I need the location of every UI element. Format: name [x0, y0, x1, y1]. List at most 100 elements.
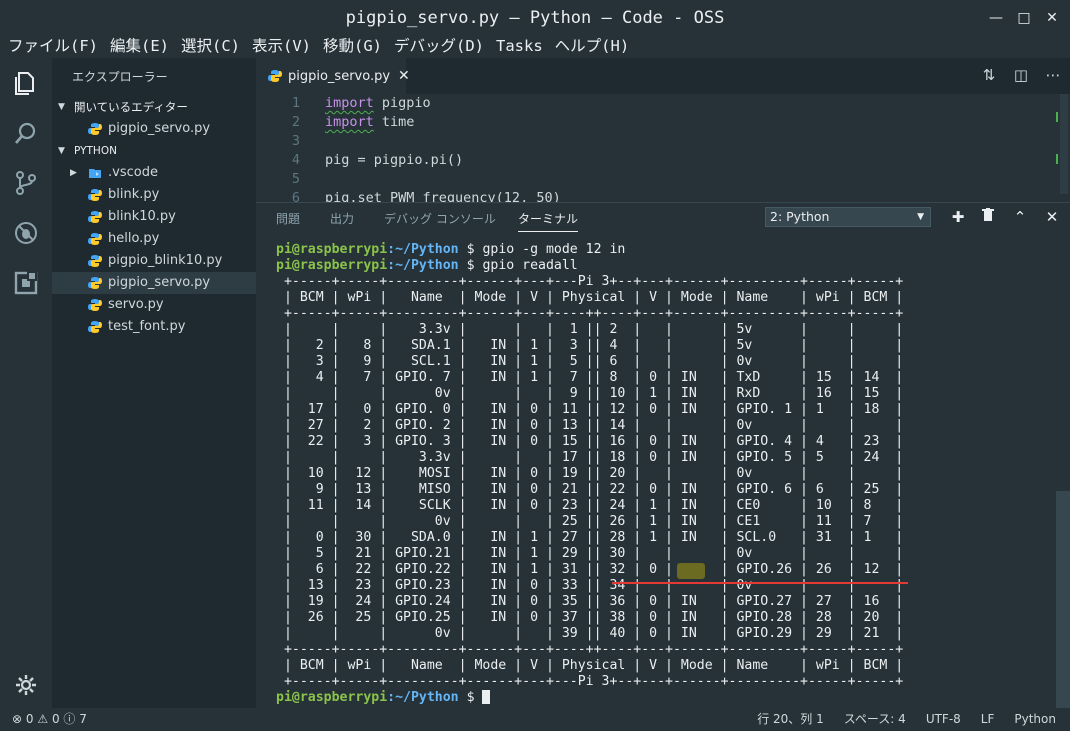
problems-status[interactable]: ⊗ 0 ⚠ 0 ⓘ 7	[12, 708, 87, 731]
maximize-button[interactable]: □	[1014, 8, 1034, 28]
gpio-table-line: | 5 | 21 | GPIO.21 | IN | 1 | 29 || 30 |…	[276, 546, 904, 561]
gpio-table-line: | 2 | 8 | SDA.1 | IN | 1 | 3 || 4 | | | …	[276, 338, 904, 353]
prompt-path: :~/Python	[387, 690, 459, 705]
dropdown-arrow-icon: ▼	[917, 212, 924, 222]
debug-icon[interactable]	[13, 220, 39, 246]
expanded-caret-icon: ▼	[58, 102, 65, 112]
file-label: servo.py	[108, 297, 164, 312]
prompt-user: pi@raspberrypi	[276, 242, 388, 257]
gpio-table-line: +-----+-----+---------+------+---+----++…	[276, 642, 904, 657]
gpio-table-line: | | | 3.3v | | | 17 || 18 | 0 | IN | GPI…	[276, 450, 904, 465]
code-editor[interactable]: 1 import pigpio 2 import time 3 4 pig = pig…	[256, 94, 1070, 202]
file-item[interactable]: blink10.py	[52, 206, 256, 228]
terminal-scrollbar[interactable]	[1056, 491, 1070, 709]
more-actions-icon[interactable]: ⋯	[1044, 66, 1062, 84]
open-editor-label: pigpio_servo.py	[108, 121, 211, 136]
maximize-panel-icon[interactable]: ⌃	[1010, 207, 1030, 227]
open-changes-icon[interactable]: ⇅	[980, 66, 998, 84]
code-keyword: import	[325, 95, 374, 111]
gpio-table-line: | 6 | 22 | GPIO.22 | IN | 1 | 31 || 32 |…	[276, 562, 904, 577]
menu-go[interactable]: 移動(G)	[317, 36, 388, 58]
title-bar: pigpio_servo.py — Python — Code - OSS — …	[0, 0, 1070, 36]
collapsed-caret-icon: ▶	[70, 168, 77, 178]
file-item[interactable]: hello.py	[52, 228, 256, 250]
tab-problems[interactable]: 問題	[276, 210, 300, 227]
close-window-button[interactable]: ✕	[1042, 8, 1062, 28]
code-line: 4 pig = pigpio.pi()	[256, 151, 1070, 170]
code-text: pig.set_PWM_frequency(12, 50)	[325, 190, 561, 202]
code-line: 3	[256, 132, 1070, 151]
python-file-icon	[88, 255, 102, 267]
close-panel-icon[interactable]: ✕	[1042, 207, 1062, 227]
file-label: pigpio_servo.py	[108, 275, 211, 290]
line-number: 5	[291, 171, 300, 187]
open-editor-item[interactable]: pigpio_servo.py	[52, 118, 256, 140]
settings-gear-icon[interactable]	[13, 672, 39, 698]
menu-selection[interactable]: 選択(C)	[175, 36, 246, 58]
terminal-select[interactable]: 2: Python ▼	[765, 207, 931, 227]
gpio-table-line: | 13 | 23 | GPIO.23 | IN | 0 | 33 || 34 …	[276, 578, 904, 593]
tab-terminal[interactable]: ターミナル	[518, 210, 579, 232]
code-line: 2 import time	[256, 113, 1070, 132]
file-label: test_font.py	[108, 319, 186, 334]
menu-edit[interactable]: 編集(E)	[104, 36, 175, 58]
python-file-icon	[88, 277, 102, 289]
python-file-icon	[88, 233, 102, 245]
python-file-icon	[88, 321, 102, 333]
gpio-table-line: | 17 | 0 | GPIO. 0 | IN | 0 | 11 || 12 |…	[276, 402, 904, 417]
file-item-selected[interactable]: pigpio_servo.py	[52, 272, 256, 294]
file-item[interactable]: test_font.py	[52, 316, 256, 338]
menu-tasks[interactable]: Tasks	[490, 36, 549, 58]
menu-help[interactable]: ヘルプ(H)	[549, 36, 636, 58]
cursor-position[interactable]: 行 20、列 1	[757, 708, 824, 731]
file-item[interactable]: blink.py	[52, 184, 256, 206]
python-file-icon	[88, 123, 102, 135]
python-folder-header[interactable]: ▼ PYTHON	[52, 140, 256, 162]
menu-bar: ファイル(F) 編集(E) 選択(C) 表示(V) 移動(G) デバッグ(D) …	[0, 36, 1070, 58]
prompt-symbol: $	[458, 242, 483, 257]
open-editors-header[interactable]: ▼ 開いているエディター	[52, 96, 256, 118]
eol-status[interactable]: LF	[981, 708, 995, 731]
prompt-symbol: $	[458, 690, 483, 705]
file-item[interactable]: servo.py	[52, 294, 256, 316]
editor-area: pigpio_servo.py ✕ ⇅ ◫ ⋯ 1 import pigpio 2…	[256, 58, 1070, 709]
editor-tab[interactable]: pigpio_servo.py ✕	[256, 58, 410, 94]
terminal-prompt-line: pi@raspberrypi:~/Python $ gpio readall	[276, 258, 1056, 274]
terminal-command: gpio -g mode 12 in	[482, 242, 626, 257]
minimize-button[interactable]: —	[986, 8, 1006, 28]
error-count: 0	[25, 712, 34, 726]
terminal-prompt-line: pi@raspberrypi:~/Python $ gpio -g mode 1…	[276, 242, 1056, 258]
terminal-output[interactable]: pi@raspberrypi :~/Python $ gpio -g mode 1…	[276, 242, 1056, 712]
gpio-table-line: | | | 0v | | | 9 || 10 | 1 | IN | RxD | …	[276, 386, 904, 401]
python-file-icon	[88, 189, 102, 201]
source-control-icon[interactable]	[13, 170, 39, 196]
folder-vscode[interactable]: ▶ .vscode	[52, 162, 256, 184]
menu-debug[interactable]: デバッグ(D)	[388, 36, 490, 58]
split-editor-icon[interactable]: ◫	[1012, 66, 1030, 84]
menu-view[interactable]: 表示(V)	[246, 36, 317, 58]
menu-file[interactable]: ファイル(F)	[0, 36, 104, 58]
gpio-table-line: | 11 | 14 | SCLK | IN | 0 | 23 || 24 | 1…	[276, 498, 904, 513]
line-number: 4	[291, 152, 300, 168]
terminal-select-value: 2: Python	[770, 209, 830, 224]
explorer-icon[interactable]	[13, 70, 39, 96]
encoding-status[interactable]: UTF-8	[926, 708, 961, 731]
file-label: blink.py	[108, 187, 160, 202]
language-mode[interactable]: Python	[1014, 708, 1056, 731]
tab-debug-console[interactable]: デバッグ コンソール	[384, 210, 496, 227]
file-label: blink10.py	[108, 209, 176, 224]
kill-terminal-icon[interactable]	[978, 207, 998, 227]
info-count: 7	[79, 712, 87, 726]
gpio-table-line: | BCM | wPi | Name | Mode | V | Physical…	[276, 290, 904, 305]
search-icon[interactable]	[13, 120, 39, 146]
close-tab-icon[interactable]: ✕	[398, 68, 410, 84]
highlight-box	[677, 563, 705, 579]
new-terminal-icon[interactable]: ✚	[948, 207, 968, 227]
extensions-icon[interactable]	[13, 270, 39, 296]
terminal-cursor	[482, 690, 491, 704]
code-text: pig = pigpio.pi()	[325, 152, 464, 168]
indentation-status[interactable]: スペース: 4	[844, 708, 906, 731]
file-item[interactable]: pigpio_blink10.py	[52, 250, 256, 272]
tab-output[interactable]: 出力	[330, 210, 354, 227]
code-line: 6 pig.set_PWM_frequency(12, 50)	[256, 189, 1070, 202]
